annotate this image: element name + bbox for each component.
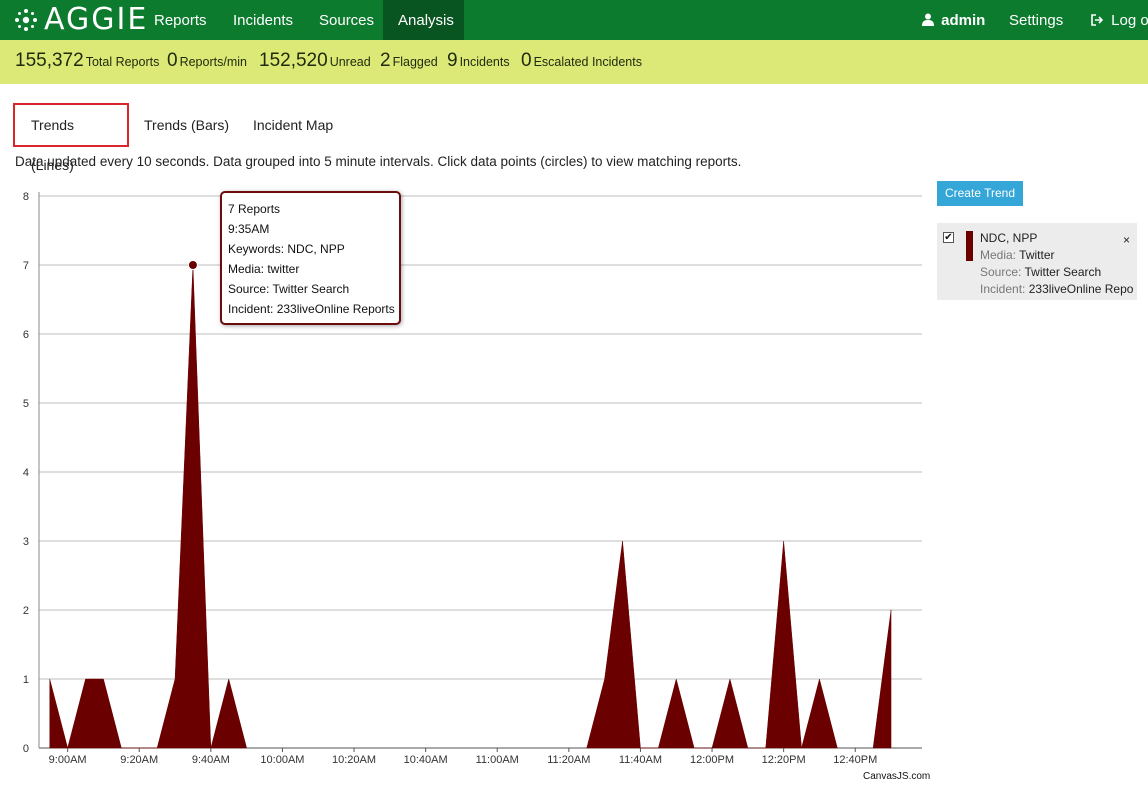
data-point-marker[interactable] bbox=[187, 260, 198, 270]
tooltip-line: Source: Twitter Search bbox=[228, 282, 350, 296]
tooltip-line: 9:35AM bbox=[228, 222, 270, 236]
y-tick-label: 3 bbox=[23, 536, 29, 548]
logout-icon bbox=[1091, 14, 1104, 26]
trend-chart[interactable]: 0 1 2 3 4 5 6 7 8 9:00AM 9:20AM 9:40AM 10:00AM 10:20… bbox=[0, 180, 930, 770]
stat-value: 0 bbox=[167, 50, 178, 71]
logout-label: Log ou bbox=[1111, 12, 1148, 29]
x-tick-label: 10:40AM bbox=[404, 754, 448, 766]
x-axis-labels: 9:00AM 9:20AM 9:40AM 10:00AM 10:20AM 10:40AM 1… bbox=[49, 748, 877, 766]
tooltip-line: 7 Reports bbox=[228, 202, 281, 216]
tab-trends-bars[interactable]: Trends (Bars) bbox=[128, 103, 245, 147]
user-icon bbox=[922, 13, 934, 26]
stat-label: Unread bbox=[329, 55, 371, 69]
y-tick-label: 2 bbox=[23, 605, 29, 617]
chart-info-text: Data updated every 10 seconds. Data grou… bbox=[15, 154, 742, 169]
aggie-logo-icon bbox=[15, 9, 37, 31]
x-tick-label: 10:00AM bbox=[260, 754, 304, 766]
aggie-logo[interactable]: AGGIE bbox=[14, 4, 148, 36]
data-point-markers[interactable] bbox=[187, 260, 198, 270]
canvasjs-credit[interactable]: CanvasJS.com bbox=[863, 771, 930, 782]
stat-value: 0 bbox=[521, 50, 532, 71]
username: admin bbox=[941, 12, 986, 29]
user-menu[interactable]: admin bbox=[922, 0, 985, 40]
y-tick-label: 4 bbox=[23, 467, 29, 479]
trend-source-key: Source: bbox=[980, 265, 1022, 279]
trend-card: ✔ NDC, NPP Media: Twitter Source: Twitte… bbox=[937, 223, 1137, 300]
x-tick-label: 11:00AM bbox=[476, 754, 519, 766]
x-tick-label: 12:20PM bbox=[762, 754, 806, 766]
stats-bar: 155,372 Total Reports 0 Reports/min 152,52… bbox=[0, 40, 1148, 84]
tooltip-line: Media: twitter bbox=[228, 262, 300, 276]
nav-analysis[interactable]: Analysis bbox=[383, 0, 464, 40]
x-tick-label: 11:40AM bbox=[619, 754, 662, 766]
y-axis-labels: 0 1 2 3 4 5 6 7 8 bbox=[23, 191, 29, 755]
settings-link[interactable]: Settings bbox=[1009, 0, 1063, 40]
trend-color-swatch bbox=[966, 231, 973, 261]
tab-trends-lines[interactable]: Trends (Lines) bbox=[13, 103, 129, 173]
trend-source-value: Twitter Search bbox=[1024, 265, 1102, 279]
y-tick-label: 1 bbox=[23, 674, 29, 686]
y-tick-label: 0 bbox=[23, 743, 29, 755]
x-tick-label: 9:40AM bbox=[192, 754, 230, 766]
trend-source: Source: Twitter Search bbox=[980, 265, 1101, 279]
stat-escalated-incidents: 0 Escalated Incidents bbox=[521, 50, 642, 72]
trend-series-area[interactable] bbox=[49, 264, 892, 749]
stat-value: 2 bbox=[380, 50, 391, 71]
stat-value: 155,372 bbox=[15, 50, 84, 71]
trend-media: Media: Twitter bbox=[980, 248, 1055, 262]
chart-tooltip: 7 Reports 9:35AM Keywords: NDC, NPP Medi… bbox=[220, 191, 401, 325]
trend-media-value: Twitter bbox=[1019, 248, 1055, 262]
tab-incident-map[interactable]: Incident Map bbox=[237, 103, 349, 147]
brand-name: AGGIE bbox=[44, 2, 149, 37]
x-tick-label: 12:40PM bbox=[833, 754, 877, 766]
x-tick-label: 9:00AM bbox=[49, 754, 87, 766]
stat-unread: 152,520 Unread bbox=[259, 50, 371, 72]
y-tick-label: 5 bbox=[23, 398, 29, 410]
stat-reports-per-min: 0 Reports/min bbox=[167, 50, 247, 72]
stat-label: Reports/min bbox=[179, 55, 247, 69]
stat-label: Escalated Incidents bbox=[533, 55, 642, 69]
x-tick-label: 9:20AM bbox=[120, 754, 158, 766]
create-trend-button[interactable]: Create Trend bbox=[937, 181, 1023, 206]
tooltip-line: Incident: 233liveOnline Reports bbox=[228, 302, 395, 316]
trend-keywords: NDC, NPP bbox=[980, 231, 1038, 245]
nav-incidents[interactable]: Incidents bbox=[218, 0, 308, 40]
stat-incidents: 9 Incidents bbox=[447, 50, 510, 72]
trend-incident: Incident: 233liveOnline Repo bbox=[980, 282, 1133, 296]
x-tick-label: 12:00PM bbox=[690, 754, 734, 766]
logout-link[interactable]: Log ou bbox=[1091, 0, 1148, 40]
trend-incident-value: 233liveOnline Repo bbox=[1028, 282, 1134, 296]
x-tick-label: 10:20AM bbox=[332, 754, 376, 766]
nav-sources[interactable]: Sources bbox=[304, 0, 389, 40]
tooltip-line: Keywords: NDC, NPP bbox=[228, 242, 345, 256]
trend-visibility-checkbox[interactable]: ✔ bbox=[943, 232, 954, 243]
stat-value: 9 bbox=[447, 50, 458, 71]
stat-value: 152,520 bbox=[259, 50, 328, 71]
stat-label: Total Reports bbox=[85, 55, 160, 69]
trend-incident-key: Incident: bbox=[980, 282, 1026, 296]
y-tick-label: 6 bbox=[23, 329, 29, 341]
series-area-segment[interactable] bbox=[586, 540, 838, 749]
stat-label: Flagged bbox=[392, 55, 438, 69]
top-navbar: AGGIE Reports Incidents Sources Analysis… bbox=[0, 0, 1148, 40]
y-tick-label: 8 bbox=[23, 191, 29, 203]
nav-reports[interactable]: Reports bbox=[139, 0, 222, 40]
series-area-segment[interactable] bbox=[49, 264, 247, 749]
y-tick-label: 7 bbox=[23, 260, 29, 272]
trend-media-key: Media: bbox=[980, 248, 1017, 262]
remove-trend-icon[interactable]: × bbox=[1123, 233, 1130, 247]
x-tick-label: 11:20AM bbox=[547, 754, 590, 766]
stat-flagged: 2 Flagged bbox=[380, 50, 438, 72]
stat-total-reports: 155,372 Total Reports bbox=[15, 50, 159, 72]
stat-label: Incidents bbox=[459, 55, 510, 69]
